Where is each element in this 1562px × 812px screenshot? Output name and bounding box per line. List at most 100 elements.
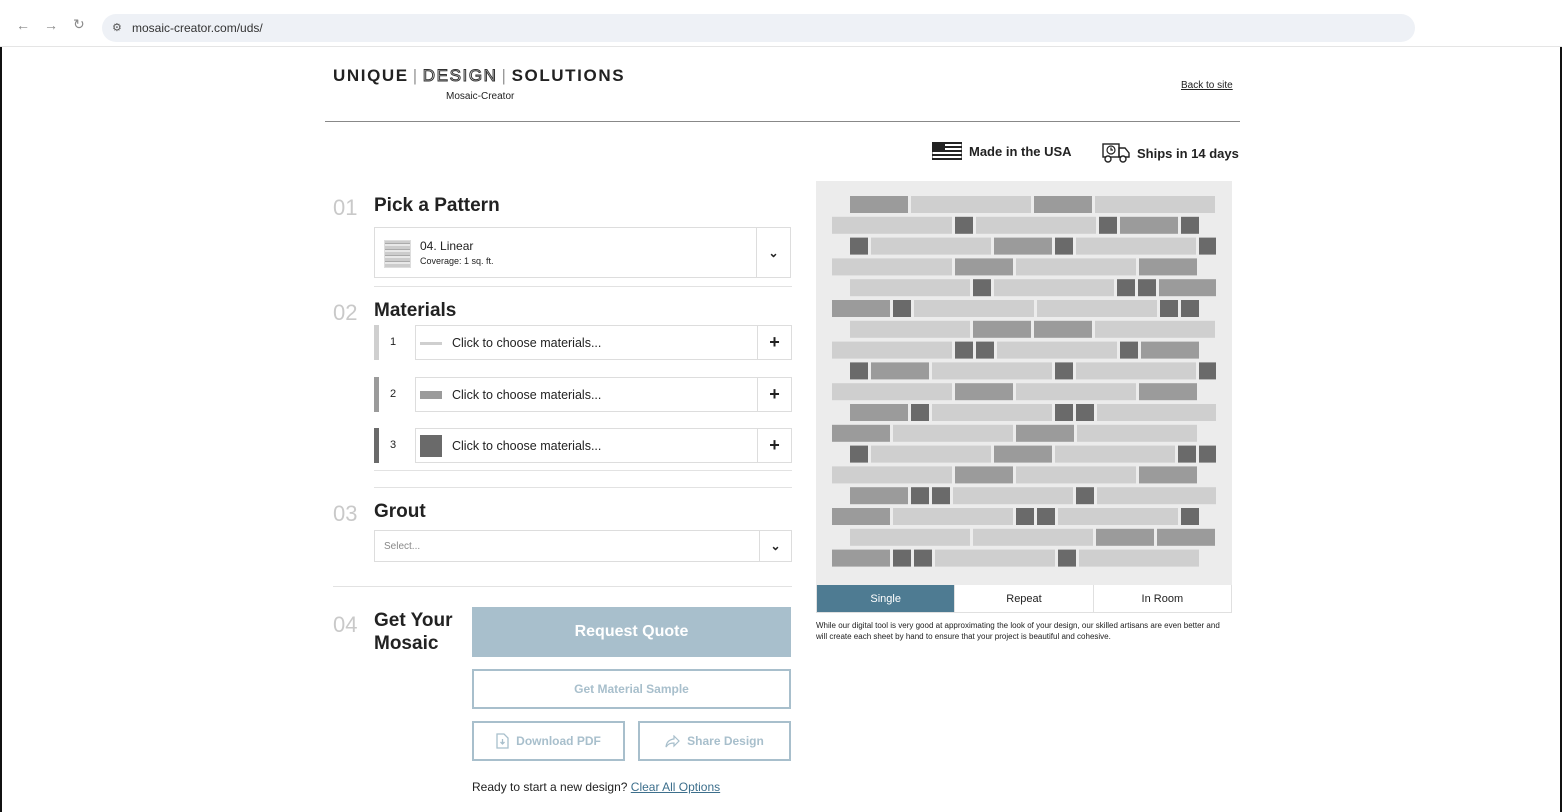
address-url[interactable]: mosaic-creator.com/uds/: [132, 21, 263, 35]
delivery-truck-icon: [1102, 143, 1130, 163]
material-picker-label: Click to choose materials...: [452, 439, 602, 453]
tab-single[interactable]: Single: [817, 585, 956, 612]
mosaic-tile: [1037, 508, 1055, 525]
mosaic-tile: [1181, 508, 1199, 525]
brand-subtitle: Mosaic-Creator: [446, 91, 515, 102]
mosaic-pattern-canvas: [832, 196, 1216, 567]
mosaic-tile: [850, 487, 908, 505]
section-divider: [374, 487, 792, 488]
material-row-1: 1 Click to choose materials... +: [374, 325, 792, 360]
brand-word-design: DESIGN: [422, 66, 498, 86]
mosaic-tile: [914, 549, 932, 567]
clear-all-options-link[interactable]: Clear All Options: [631, 780, 720, 794]
material-picker-2[interactable]: Click to choose materials... +: [415, 377, 792, 412]
mosaic-tile: [850, 362, 868, 380]
brand-logo[interactable]: UNIQUE | DESIGN | SOLUTIONS: [333, 66, 625, 86]
request-quote-button[interactable]: Request Quote: [472, 607, 791, 657]
mosaic-tile: [932, 487, 950, 505]
section-title-pattern: Pick a Pattern: [374, 195, 500, 216]
mosaic-tile: [994, 279, 1114, 297]
material-picker-3[interactable]: Click to choose materials... +: [415, 428, 792, 463]
section-divider: [333, 586, 792, 587]
mosaic-tile: [1037, 300, 1157, 317]
new-design-text: Ready to start a new design?: [472, 780, 628, 794]
mosaic-tile: [914, 300, 1034, 317]
material-picker-1[interactable]: Click to choose materials... +: [415, 325, 792, 360]
mosaic-tile: [850, 279, 970, 297]
mosaic-tile: [1181, 300, 1199, 317]
section-title-materials: Materials: [374, 300, 457, 321]
add-material-button[interactable]: +: [757, 429, 791, 462]
mosaic-tile: [1199, 237, 1216, 255]
mosaic-tile: [1055, 362, 1073, 380]
grout-select[interactable]: Select... ⌄: [374, 530, 792, 562]
share-design-button[interactable]: Share Design: [638, 721, 791, 761]
mosaic-tile: [955, 383, 1013, 401]
section-title-get-line2: Mosaic: [374, 633, 439, 654]
back-to-site-link[interactable]: Back to site: [1181, 80, 1233, 91]
mosaic-tile: [973, 320, 1031, 338]
preview-view-tabs: Single Repeat In Room: [816, 585, 1232, 613]
mosaic-tile: [850, 404, 908, 421]
mosaic-tile: [1055, 404, 1073, 421]
tab-repeat[interactable]: Repeat: [955, 585, 1094, 612]
pattern-dropdown-toggle[interactable]: ⌄: [756, 228, 790, 277]
mosaic-tile: [1095, 196, 1215, 213]
mosaic-tile: [832, 258, 952, 276]
mosaic-tile: [1016, 258, 1136, 276]
section-divider: [374, 470, 792, 471]
material-swatch: [420, 342, 442, 345]
mosaic-tile: [1199, 362, 1216, 380]
brand-separator: |: [412, 66, 419, 85]
mosaic-tile: [871, 237, 991, 255]
section-number-get: 04: [333, 612, 358, 637]
add-material-button[interactable]: +: [757, 326, 791, 359]
section-number-pattern: 01: [333, 195, 358, 220]
mosaic-tile: [832, 466, 952, 484]
mosaic-tile: [953, 487, 1073, 505]
ships-badge: Ships in 14 days: [1102, 142, 1239, 164]
tab-in-room[interactable]: In Room: [1093, 585, 1231, 612]
mosaic-tile: [1160, 300, 1178, 317]
mosaic-tile: [1055, 445, 1175, 463]
material-row-3: 3 Click to choose materials... +: [374, 428, 792, 463]
download-pdf-button[interactable]: Download PDF: [472, 721, 625, 761]
pattern-select[interactable]: 04. Linear Coverage: 1 sq. ft. ⌄: [374, 227, 791, 278]
window-frame-left: [0, 0, 2, 812]
mosaic-tile: [1199, 445, 1216, 463]
material-swatch: [420, 435, 442, 457]
get-material-sample-button[interactable]: Get Material Sample: [472, 669, 791, 709]
mosaic-tile: [1117, 279, 1135, 297]
arrow-left-icon[interactable]: ←: [16, 17, 30, 33]
chevron-down-icon: ⌄: [768, 245, 779, 260]
mosaic-tile: [994, 237, 1052, 255]
new-design-prompt: Ready to start a new design? Clear All O…: [472, 780, 720, 794]
material-index: 3: [390, 439, 397, 451]
mosaic-tile: [935, 549, 1055, 567]
mosaic-tile: [1120, 341, 1138, 359]
site-settings-icon[interactable]: ⚙: [112, 21, 122, 34]
share-arrow-icon: [665, 734, 680, 747]
mosaic-tile: [893, 508, 1013, 525]
reload-icon[interactable]: ↻: [73, 16, 85, 33]
mosaic-tile: [1141, 341, 1199, 359]
mosaic-tile: [1181, 216, 1199, 234]
grout-placeholder: Select...: [384, 541, 421, 552]
mosaic-tile: [976, 341, 994, 359]
mosaic-tile: [1138, 279, 1156, 297]
mosaic-tile: [850, 196, 908, 213]
mosaic-tile: [832, 383, 952, 401]
grout-dropdown-toggle[interactable]: ⌄: [759, 531, 791, 561]
pattern-coverage: Coverage: 1 sq. ft.: [420, 256, 494, 266]
add-material-button[interactable]: +: [757, 378, 791, 411]
mosaic-tile: [1139, 466, 1197, 484]
address-bar[interactable]: ⚙ mosaic-creator.com/uds/: [102, 14, 1415, 42]
mosaic-tile: [973, 279, 991, 297]
brand-word-solutions: SOLUTIONS: [511, 66, 626, 85]
mosaic-tile: [832, 341, 952, 359]
preview-disclaimer: While our digital tool is very good at a…: [816, 621, 1220, 641]
mosaic-tile: [832, 216, 952, 234]
section-divider: [374, 286, 792, 287]
mosaic-tile: [911, 487, 929, 505]
arrow-right-icon[interactable]: →: [44, 17, 58, 33]
